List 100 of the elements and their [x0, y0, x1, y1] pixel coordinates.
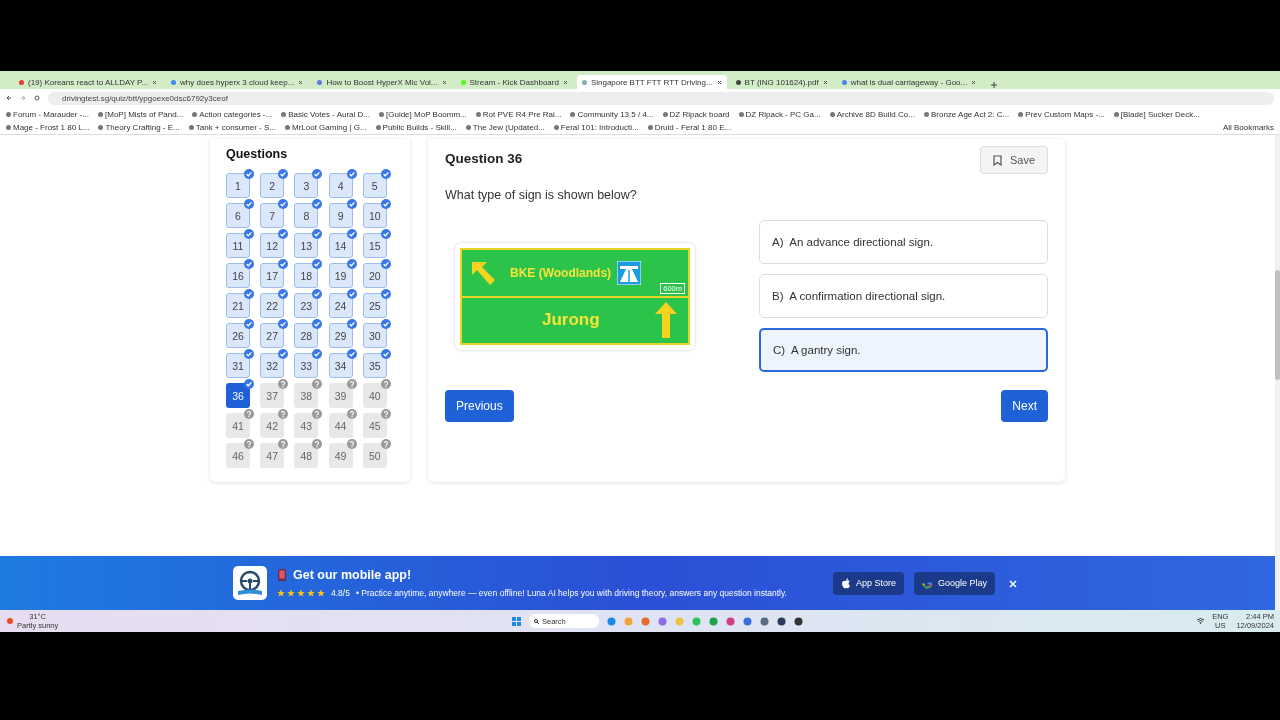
bookmark[interactable]: Bronze Age Act 2: C... [923, 108, 1010, 120]
browser-tab[interactable]: BT (ING 101624).pdf [730, 75, 833, 89]
bookmark[interactable]: MrLoot Gaming | G... [285, 121, 367, 133]
address-bar[interactable]: drivingtest.sg/quiz/btt/ypgoexe0dsc6792y3ceof [48, 91, 1274, 105]
question-number-button[interactable]: 19 [328, 263, 353, 288]
answer-option[interactable]: B) A confirmation directional sign. [759, 274, 1048, 318]
question-number-button[interactable]: 20 [362, 263, 387, 288]
bookmark[interactable]: Theory Crafting - E... [98, 121, 180, 133]
question-number-button[interactable]: 46 [226, 443, 250, 468]
browser-tab[interactable]: How to Boost HyperX Mic Vol... [312, 75, 452, 89]
browser-tab[interactable]: why does hyperx 3 cloud keep... [166, 75, 309, 89]
question-number-button[interactable]: 8 [294, 203, 319, 228]
all-bookmarks[interactable]: All Bookmarks [1222, 121, 1274, 133]
browser-tab[interactable]: what is dual carriageway - Goo... [836, 75, 982, 89]
question-number-button[interactable]: 24 [328, 293, 353, 318]
close-icon[interactable] [562, 79, 568, 85]
bookmark[interactable]: Tank + consumer - S... [188, 121, 276, 133]
question-number-button[interactable]: 45 [362, 413, 387, 438]
question-number-button[interactable]: 35 [362, 353, 387, 378]
store-button[interactable]: Google Play [914, 571, 995, 595]
question-number-button[interactable]: 4 [328, 173, 353, 198]
forward-icon[interactable] [20, 95, 26, 101]
close-icon[interactable] [298, 79, 304, 85]
question-number-button[interactable]: 10 [362, 203, 387, 228]
start-icon[interactable] [512, 616, 521, 626]
close-icon[interactable] [971, 79, 977, 85]
save-button[interactable]: Save [979, 146, 1048, 174]
bookmark[interactable]: Druid - Feral 1 80 E... [647, 121, 732, 133]
question-number-button[interactable]: 42 [260, 413, 285, 438]
bookmark[interactable]: [MoP] Mists of Pand... [98, 108, 184, 120]
question-number-button[interactable]: 50 [362, 443, 387, 468]
close-icon[interactable] [716, 79, 722, 85]
question-number-button[interactable]: 7 [260, 203, 285, 228]
bookmark[interactable]: Community 13.5 / 4... [570, 108, 654, 120]
question-number-button[interactable]: 5 [362, 173, 387, 198]
question-number-button[interactable]: 13 [294, 233, 319, 258]
question-number-button[interactable]: 28 [294, 323, 319, 348]
question-number-button[interactable]: 9 [328, 203, 353, 228]
question-number-button[interactable]: 38 [294, 383, 319, 408]
bookmark[interactable]: DZ Ripack board [662, 108, 730, 120]
question-number-button[interactable]: 12 [260, 233, 285, 258]
question-number-button[interactable]: 2 [260, 173, 285, 198]
bookmark[interactable]: DZ Ripack - PC Ga... [738, 108, 821, 120]
bookmark[interactable]: Mage - Frost 1 80 L... [6, 121, 90, 133]
bookmark[interactable]: [Guide] MoP Boomm... [379, 108, 467, 120]
question-number-button[interactable]: 31 [226, 353, 250, 378]
question-number-button[interactable]: 44 [328, 413, 353, 438]
question-number-button[interactable]: 3 [294, 173, 319, 198]
browser-tab[interactable]: (19) Koreans react to ALLDAY P... [14, 75, 163, 89]
question-number-button[interactable]: 22 [260, 293, 285, 318]
question-number-button[interactable]: 48 [294, 443, 319, 468]
question-number-button[interactable]: 23 [294, 293, 319, 318]
close-icon[interactable] [441, 79, 447, 85]
question-number-button[interactable]: 39 [328, 383, 353, 408]
question-number-button[interactable]: 32 [260, 353, 285, 378]
question-number-button[interactable]: 47 [260, 443, 285, 468]
bookmark[interactable]: Prev Custom Maps -... [1018, 108, 1105, 120]
question-number-button[interactable]: 17 [260, 263, 285, 288]
question-number-button[interactable]: 27 [260, 323, 285, 348]
question-number-button[interactable]: 1 [226, 173, 250, 198]
question-number-button[interactable]: 37 [260, 383, 285, 408]
previous-button[interactable]: Previous [445, 390, 514, 422]
close-icon[interactable] [822, 79, 828, 85]
question-number-button[interactable]: 16 [226, 263, 250, 288]
question-number-button[interactable]: 21 [226, 293, 250, 318]
question-number-button[interactable]: 36 [226, 383, 250, 408]
bookmark[interactable]: Archive 8D Build Co... [829, 108, 915, 120]
bookmark[interactable]: Forum - Marauder -... [6, 108, 89, 120]
scrollbar-thumb[interactable] [1275, 270, 1280, 380]
bookmark[interactable]: [Blade] Sucker Deck... [1113, 108, 1200, 120]
bookmark[interactable]: Action categories -... [192, 108, 273, 120]
bookmark[interactable]: Public Builds - Skill... [375, 121, 457, 133]
question-number-button[interactable]: 43 [294, 413, 319, 438]
bookmark[interactable]: The Jew (Updated... [465, 121, 545, 133]
question-number-button[interactable]: 41 [226, 413, 250, 438]
question-number-button[interactable]: 26 [226, 323, 250, 348]
question-number-button[interactable]: 6 [226, 203, 250, 228]
bookmark[interactable]: Basic Votes - Aural D... [281, 108, 370, 120]
browser-tab[interactable]: Singapore BTT FTT RTT Driving... [576, 75, 727, 89]
browser-tab[interactable]: Stream - Kick Dashboard [455, 75, 573, 89]
answer-option[interactable]: A) An advance directional sign. [759, 220, 1048, 264]
question-number-button[interactable]: 25 [362, 293, 387, 318]
question-number-button[interactable]: 40 [362, 383, 387, 408]
bookmark[interactable]: Rot PVE R4 Pre Rai... [475, 108, 562, 120]
answer-option[interactable]: C) A gantry sign. [759, 328, 1048, 372]
question-number-button[interactable]: 18 [294, 263, 319, 288]
question-number-button[interactable]: 15 [362, 233, 387, 258]
bookmark[interactable]: Feral 101: Introducti... [553, 121, 639, 133]
question-number-button[interactable]: 33 [294, 353, 319, 378]
question-number-button[interactable]: 49 [328, 443, 353, 468]
question-number-button[interactable]: 34 [328, 353, 353, 378]
question-number-button[interactable]: 30 [362, 323, 387, 348]
question-number-button[interactable]: 29 [328, 323, 353, 348]
question-number-button[interactable]: 14 [328, 233, 353, 258]
question-number-button[interactable]: 11 [226, 233, 250, 258]
next-button[interactable]: Next [1001, 390, 1048, 422]
store-button[interactable]: App Store [832, 571, 904, 595]
close-icon[interactable] [152, 79, 158, 85]
reload-icon[interactable] [34, 95, 40, 101]
back-icon[interactable] [6, 95, 12, 101]
